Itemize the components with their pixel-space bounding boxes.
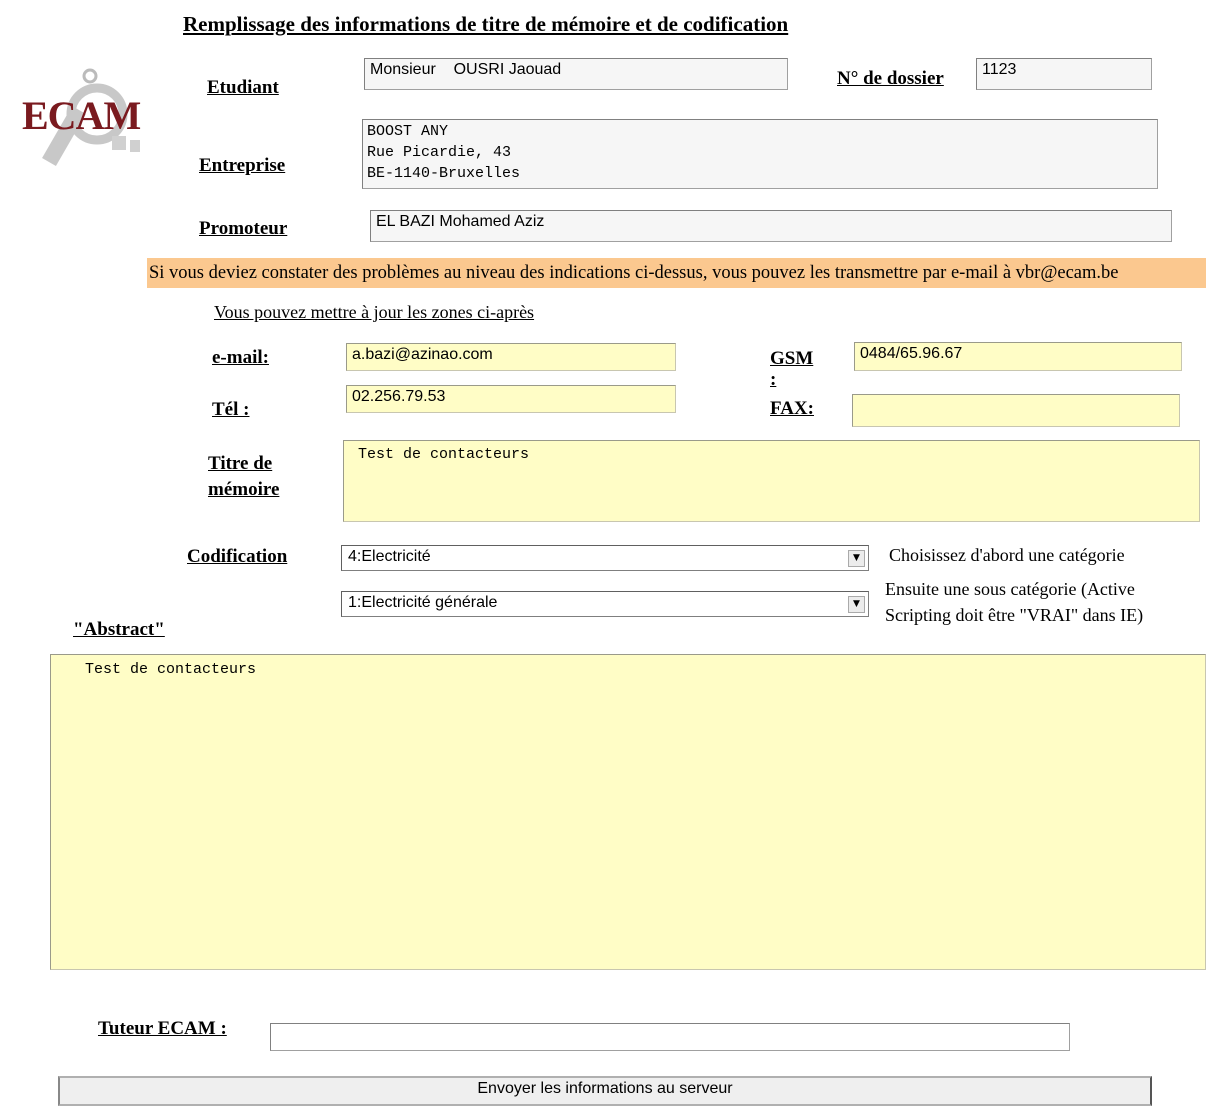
titre-label-line1: Titre de — [208, 453, 273, 474]
dossier-field[interactable]: 1123 — [976, 58, 1152, 90]
abstract-field[interactable]: Test de contacteurs — [50, 654, 1206, 970]
gsm-label: GSM — [770, 348, 814, 369]
etudiant-field[interactable]: Monsieur OUSRI Jaouad — [364, 58, 788, 90]
gsm-field[interactable]: 0484/65.96.67 — [854, 342, 1182, 371]
tuteur-field[interactable] — [270, 1023, 1070, 1051]
logo-text: ECAM — [22, 93, 141, 138]
tel-label: Tél : — [212, 399, 250, 420]
entreprise-label: Entreprise — [199, 155, 286, 176]
etudiant-label: Etudiant — [207, 77, 279, 98]
titre-label-line2: mémoire — [208, 479, 280, 500]
titre-field[interactable]: Test de contacteurs — [343, 440, 1200, 522]
codification-label: Codification — [187, 546, 288, 567]
subcategory-hint-line1: Ensuite une sous catégorie (Active — [885, 579, 1135, 599]
gsm-colon: : — [770, 369, 777, 390]
page-title: Remplissage des informations de titre de… — [183, 12, 789, 36]
email-label: e-mail: — [212, 347, 269, 368]
dossier-label: N° de dossier — [837, 68, 944, 89]
tuteur-label: Tuteur ECAM : — [98, 1018, 227, 1039]
promoteur-label: Promoteur — [199, 218, 288, 239]
update-hint: Vous pouvez mettre à jour les zones ci-a… — [214, 302, 535, 322]
fax-label: FAX: — [770, 398, 814, 419]
subcategory-hint-line2: Scripting doit être "VRAI" dans IE) — [885, 605, 1144, 625]
email-field[interactable]: a.bazi@azinao.com — [346, 343, 676, 371]
abstract-label: "Abstract" — [73, 619, 165, 640]
entreprise-field[interactable]: BOOST ANY Rue Picardie, 43 BE-1140-Bruxe… — [362, 119, 1158, 189]
chevron-down-icon[interactable]: ▼ — [848, 550, 865, 567]
contact-banner: Si vous deviez constater des problèmes a… — [147, 258, 1206, 288]
promoteur-field[interactable]: EL BAZI Mohamed Aziz — [370, 210, 1172, 242]
chevron-down-icon[interactable]: ▼ — [848, 596, 865, 613]
category-hint: Choisissez d'abord une catégorie — [889, 545, 1125, 565]
ecam-logo: ECAM — [22, 66, 162, 176]
subcategory-selected: 1:Electricité générale — [348, 594, 498, 611]
fax-field[interactable] — [852, 394, 1180, 427]
subcategory-select[interactable]: 1:Electricité générale ▼ — [341, 591, 869, 617]
category-select[interactable]: 4:Electricité ▼ — [341, 545, 869, 571]
category-selected: 4:Electricité — [348, 548, 431, 565]
tel-field[interactable]: 02.256.79.53 — [346, 385, 676, 413]
submit-button[interactable]: Envoyer les informations au serveur — [58, 1076, 1152, 1106]
